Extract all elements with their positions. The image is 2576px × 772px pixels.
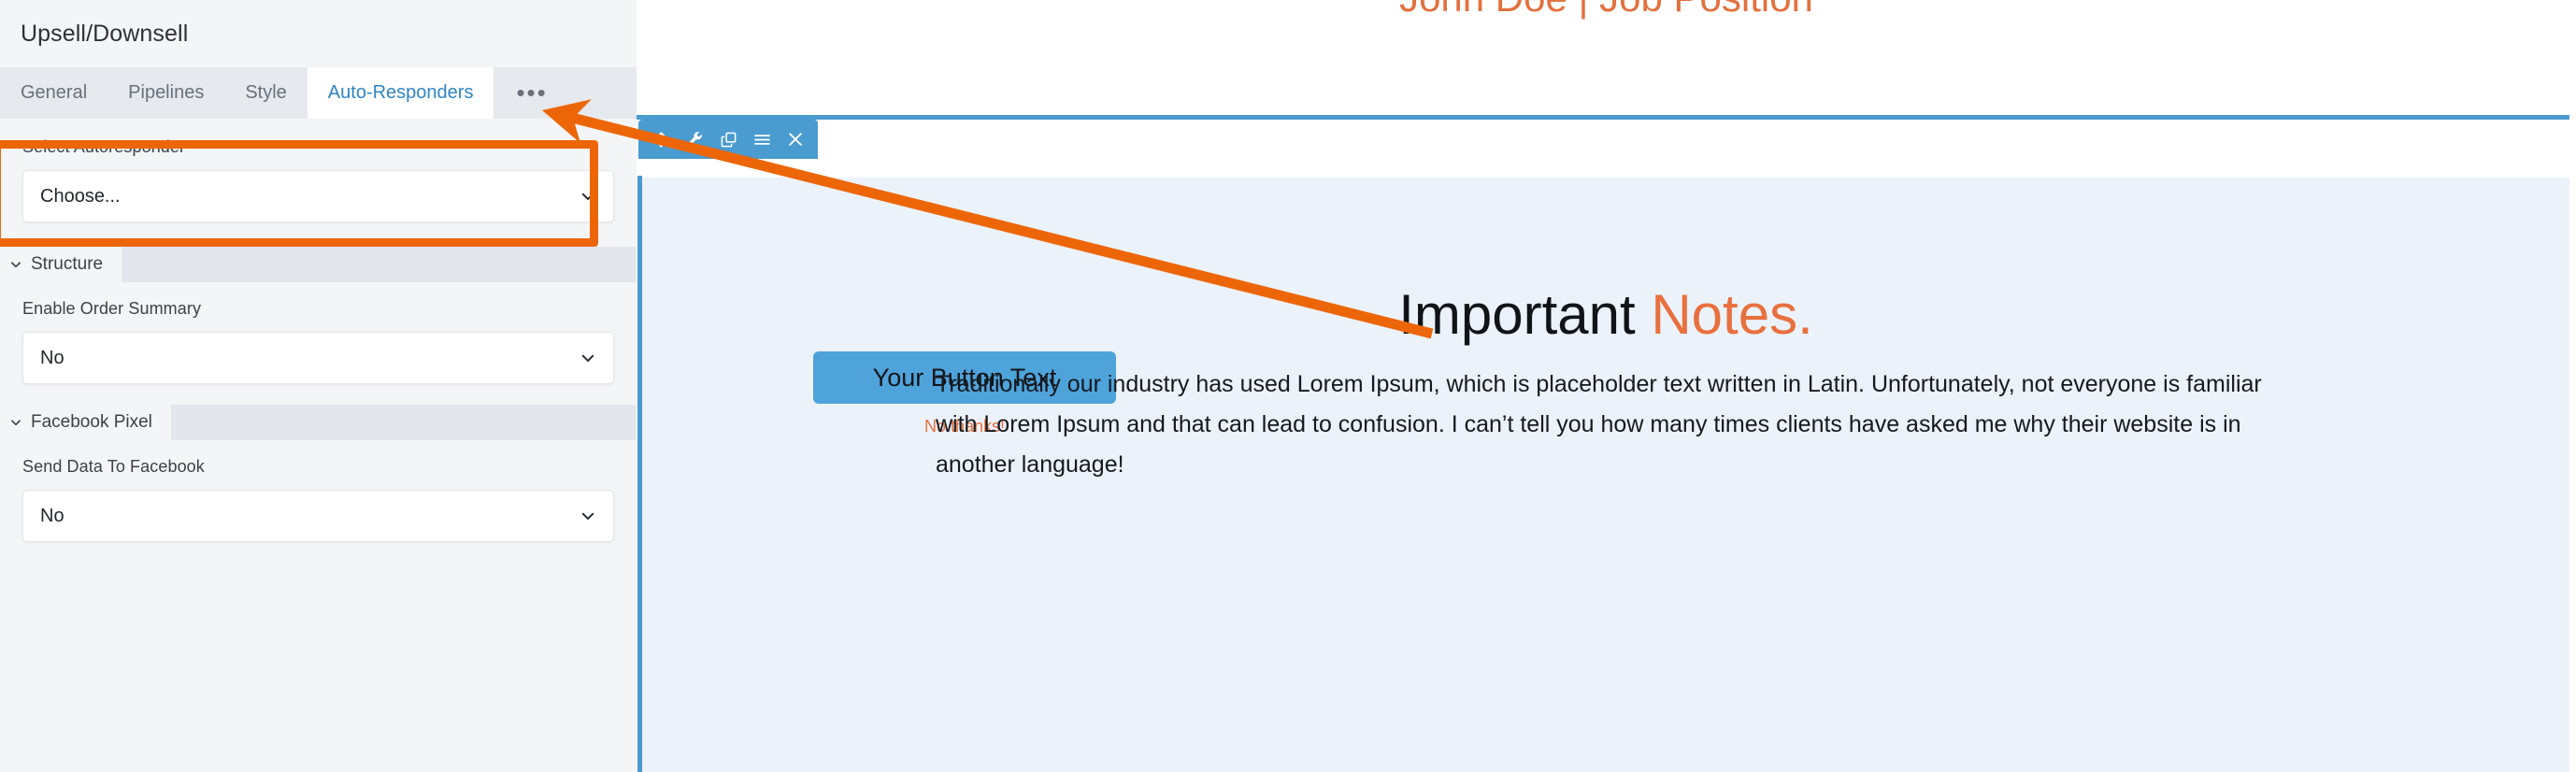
element-toolbar: [638, 120, 818, 159]
copy-icon[interactable]: [711, 120, 745, 159]
tab-overflow-more-icon[interactable]: •••: [494, 67, 570, 119]
chevron-down-icon: [9, 416, 22, 429]
wrench-icon[interactable]: [678, 120, 711, 159]
section-title-structure: Structure: [31, 254, 104, 274]
section-header-structure[interactable]: Structure: [0, 247, 637, 282]
section-toggle-facebook-pixel[interactable]: Facebook Pixel: [0, 405, 171, 440]
select-autoresponder-dropdown[interactable]: Choose...: [22, 170, 614, 222]
enable-order-summary-label: Enable Order Summary: [22, 299, 202, 318]
tab-style[interactable]: Style: [224, 67, 308, 119]
enable-order-summary-dropdown[interactable]: No: [22, 332, 614, 384]
move-arrows-icon[interactable]: [644, 120, 678, 159]
notes-heading: Important Notes.: [642, 282, 2569, 347]
notes-heading-accent: Notes.: [1651, 283, 1813, 346]
enable-order-summary-field-block: Enable Order Summary No: [0, 282, 637, 405]
chevron-down-icon: [580, 350, 596, 366]
page-preview-canvas: John Doe | Job Position: [637, 0, 2576, 772]
send-data-to-facebook-dropdown[interactable]: No: [22, 490, 614, 542]
notes-heading-main: Important: [1398, 283, 1652, 346]
hero-headline: John Doe | Job Position: [637, 0, 2576, 21]
section-toggle-structure[interactable]: Structure: [0, 247, 122, 282]
send-data-to-facebook-value: No: [40, 505, 64, 526]
section-header-facebook-pixel[interactable]: Facebook Pixel: [0, 405, 637, 440]
notes-paragraph: Traditionally our industry has used Lore…: [936, 371, 2262, 478]
page-title: Upsell/Downsell: [0, 0, 637, 67]
settings-tab-bar: General Pipelines Style Auto-Responders …: [0, 67, 637, 119]
hamburger-menu-icon[interactable]: [745, 120, 779, 159]
settings-panel: Upsell/Downsell General Pipelines Style …: [0, 0, 637, 772]
select-autoresponder-label: Select Autoresponder: [22, 137, 186, 156]
section-top-rule: [637, 115, 2569, 120]
section-title-facebook-pixel: Facebook Pixel: [31, 412, 152, 432]
tab-auto-responders[interactable]: Auto-Responders: [307, 67, 494, 119]
settings-panel-body: Select Autoresponder Choose... Structure: [0, 119, 637, 772]
send-data-to-facebook-label: Send Data To Facebook: [22, 457, 205, 476]
upsell-section-body: Your Button Text No thanks! Important No…: [642, 178, 2569, 772]
app-root: Upsell/Downsell General Pipelines Style …: [0, 0, 2576, 772]
select-autoresponder-field-block: Select Autoresponder Choose...: [0, 119, 637, 247]
select-autoresponder-value: Choose...: [40, 185, 121, 207]
tab-general[interactable]: General: [0, 67, 108, 119]
enable-order-summary-value: No: [40, 347, 64, 368]
close-x-icon[interactable]: [779, 120, 812, 159]
chevron-down-icon: [580, 188, 596, 205]
chevron-down-icon: [9, 258, 22, 271]
chevron-down-icon: [580, 508, 596, 524]
send-data-to-facebook-field-block: Send Data To Facebook No: [0, 440, 637, 563]
tab-pipelines[interactable]: Pipelines: [107, 67, 225, 119]
